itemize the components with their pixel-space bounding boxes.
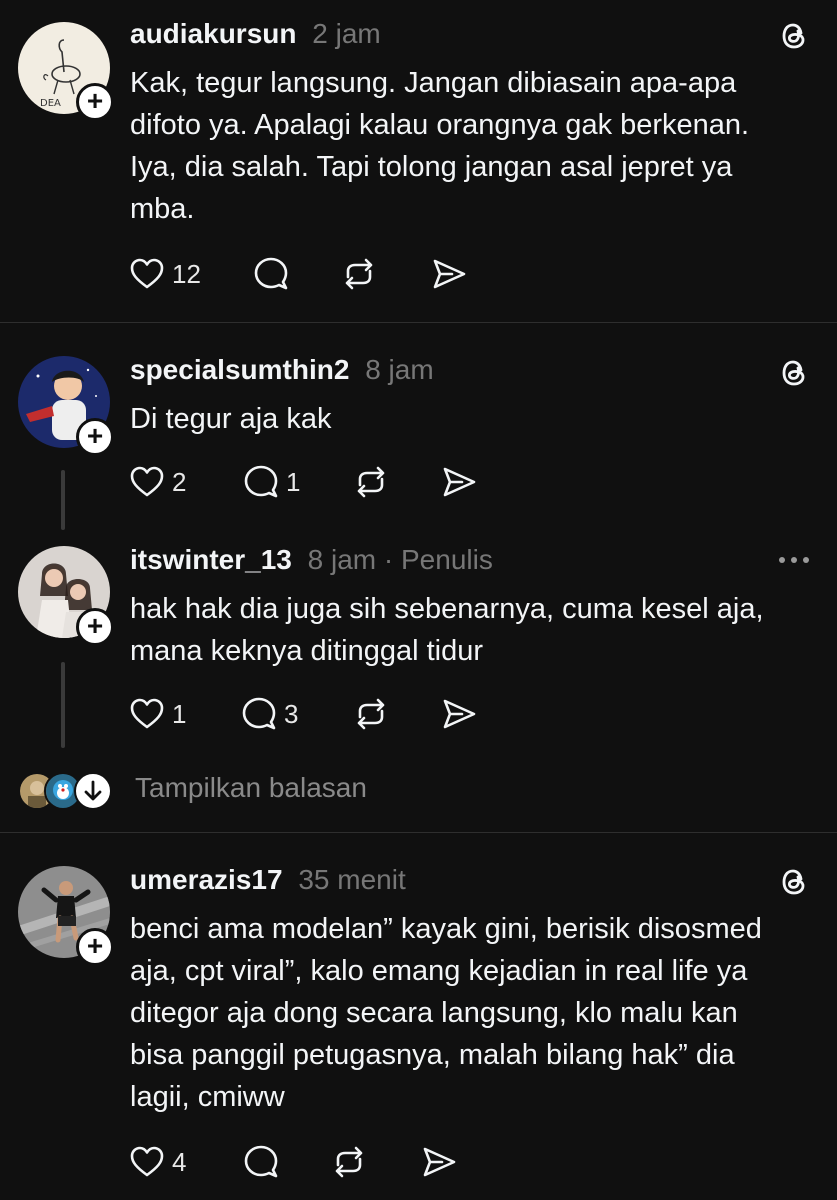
post-text: Kak, tegur langsung. Jangan dibiasain ap… [130, 67, 750, 225]
username[interactable]: umerazis17 [130, 864, 283, 895]
reply-button[interactable] [252, 254, 290, 294]
send-icon [443, 467, 476, 497]
reply-button[interactable]: 1 [242, 462, 300, 502]
post-header: umerazis17 35 menit [130, 864, 406, 896]
repost-icon [345, 258, 373, 290]
username[interactable]: specialsumthin2 [130, 354, 349, 385]
timestamp: 8 jam [365, 354, 434, 385]
follow-plus-icon[interactable]: + [76, 83, 114, 121]
heart-icon [130, 1146, 164, 1177]
thread-line [61, 662, 65, 748]
divider [0, 832, 837, 833]
like-button[interactable]: 4 [128, 1142, 186, 1182]
repost-button[interactable] [330, 1142, 368, 1182]
like-button[interactable]: 2 [128, 462, 186, 502]
share-button[interactable] [420, 1142, 458, 1182]
like-count: 2 [172, 466, 187, 497]
post-header: specialsumthin2 8 jam [130, 354, 434, 386]
post-header: audiakursun 2 jam [130, 18, 381, 50]
username[interactable]: audiakursun [130, 18, 296, 49]
show-replies-link[interactable]: Tampilkan balasan [135, 772, 367, 804]
show-replies-row[interactable]: Tampilkan balasan [18, 770, 518, 810]
heart-icon [130, 466, 164, 497]
post-header: itswinter_13 8 jam · Penulis [130, 544, 493, 576]
like-count: 1 [172, 698, 187, 729]
comment-icon [254, 257, 288, 290]
repost-icon [357, 466, 385, 498]
post-text: Di tegur aja kak [130, 403, 332, 435]
like-button[interactable]: 12 [128, 254, 201, 294]
send-icon [443, 699, 476, 729]
comment-icon [242, 697, 276, 730]
share-button[interactable] [440, 462, 478, 502]
svg-text:DEA: DEA [40, 98, 61, 109]
username[interactable]: itswinter_13 [130, 544, 292, 575]
like-count: 12 [172, 258, 201, 289]
reply-count: 1 [286, 466, 301, 497]
threads-logo-icon[interactable] [774, 16, 814, 56]
comment-icon [244, 465, 278, 498]
arrow-down-icon [74, 772, 112, 810]
repost-button[interactable] [352, 462, 390, 502]
post-text: benci ama modelan” kayak gini, berisik d… [130, 913, 762, 1113]
send-icon [423, 1147, 456, 1177]
post-text: hak hak dia juga sih sebenarnya, cuma ke… [130, 593, 764, 667]
follow-plus-icon[interactable]: + [76, 608, 114, 646]
follow-plus-icon[interactable]: + [76, 418, 114, 456]
divider [0, 322, 837, 323]
repost-icon [335, 1146, 363, 1178]
more-icon[interactable] [774, 550, 814, 570]
timestamp: 2 jam [312, 18, 381, 49]
threads-logo-icon[interactable] [774, 862, 814, 902]
comment-icon [244, 1145, 278, 1178]
follow-plus-icon[interactable]: + [76, 928, 114, 966]
like-button[interactable]: 1 [128, 694, 186, 734]
reply-button[interactable] [242, 1142, 280, 1182]
thread-line [61, 470, 65, 530]
reply-button[interactable]: 3 [240, 694, 298, 734]
timestamp: 35 menit [298, 864, 406, 895]
share-button[interactable] [440, 694, 478, 734]
share-button[interactable] [430, 254, 468, 294]
author-badge: · Penulis [383, 544, 493, 575]
send-icon [433, 259, 466, 289]
repost-icon [357, 698, 385, 730]
repost-button[interactable] [340, 254, 378, 294]
reply-count: 3 [284, 698, 299, 729]
like-count: 4 [172, 1146, 187, 1177]
heart-icon [130, 698, 164, 729]
repost-button[interactable] [352, 694, 390, 734]
heart-icon [130, 258, 164, 289]
timestamp: 8 jam [307, 544, 377, 575]
threads-logo-icon[interactable] [774, 353, 814, 393]
